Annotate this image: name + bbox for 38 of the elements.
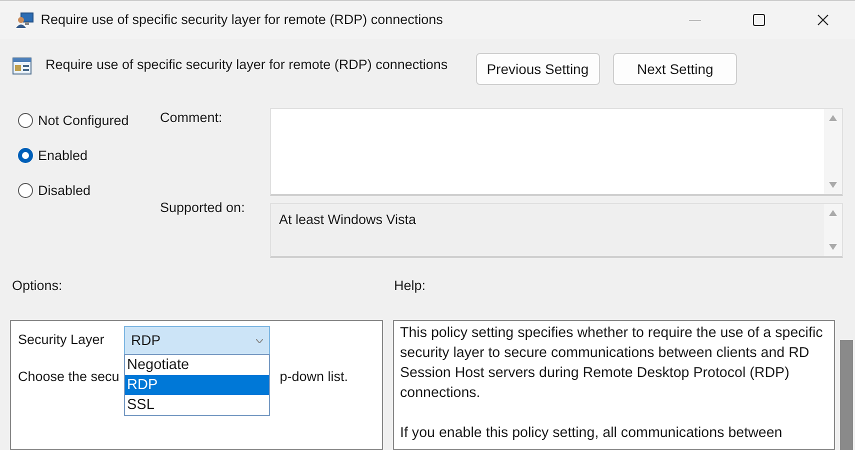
help-text: This policy setting specifies whether to require the use of a specific security layer to secure communications between clients and RD Session Host servers during Remote Desktop Protocol (RDP) connections.	[400, 324, 824, 403]
dropdown-value: RDP	[131, 331, 161, 350]
help-label: Help:	[394, 276, 426, 295]
scroll-up-icon[interactable]	[829, 210, 837, 216]
security-layer-label: Security Layer	[18, 331, 106, 350]
options-description: Choose the secu	[18, 368, 120, 386]
options-description: p-down list.	[280, 368, 348, 386]
window-title: Require use of specific security layer for remote (RDP) connections	[40, 10, 443, 29]
security-layer-dropdown[interactable]: RDP	[124, 326, 270, 355]
dropdown-option[interactable]: Negotiate	[125, 355, 269, 375]
scroll-down-icon[interactable]	[829, 182, 837, 188]
radio-button[interactable]	[18, 148, 33, 164]
comment-field[interactable]	[270, 108, 843, 196]
setting-nav-button[interactable]: Next Setting	[613, 53, 738, 85]
computer-user-icon	[16, 12, 34, 28]
scrollbar-thumb[interactable]	[840, 340, 853, 450]
radio-label[interactable]: Enabled	[38, 146, 88, 166]
dropdown-option[interactable]: RDP	[125, 375, 269, 395]
maximize-icon	[753, 14, 765, 26]
chevron-icon	[256, 338, 263, 342]
scroll-up-icon[interactable]	[829, 115, 837, 122]
scroll-down-icon[interactable]	[829, 244, 837, 250]
help-text: If you enable this policy setting, all communications between	[400, 424, 784, 443]
supported-on-value: At least Windows Vista	[279, 212, 416, 227]
options-label: Options:	[12, 276, 64, 295]
setting-nav-button[interactable]: Previous Setting	[476, 53, 600, 85]
setting-title: Require use of specific security layer for remote (RDP) connections	[46, 56, 448, 74]
policy-settings-icon	[12, 56, 32, 76]
comment-label: Comment:	[160, 109, 224, 128]
radio-button[interactable]	[18, 113, 33, 128]
dropdown-option[interactable]: SSL	[125, 395, 269, 415]
radio-label[interactable]: Not Configured	[38, 110, 129, 131]
supported-on-label: Supported on:	[160, 199, 246, 218]
scrollbar[interactable]	[824, 109, 842, 194]
radio-button[interactable]	[18, 183, 33, 198]
scrollbar[interactable]	[824, 204, 842, 256]
radio-label[interactable]: Disabled	[38, 180, 91, 201]
close-icon	[817, 14, 829, 26]
